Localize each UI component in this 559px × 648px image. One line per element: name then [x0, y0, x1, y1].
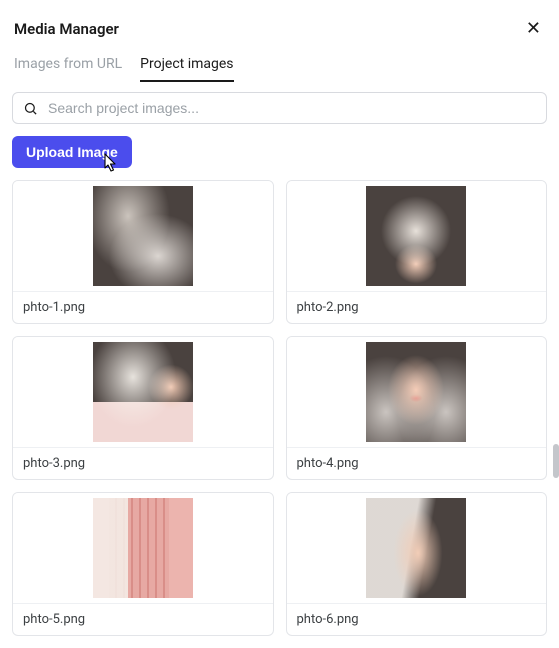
tab-images-from-url[interactable]: Images from URL [14, 56, 122, 82]
scrollbar-thumb[interactable] [553, 444, 559, 478]
image-filename: phto-1.png [13, 291, 273, 323]
image-thumbnail [287, 493, 547, 603]
actions-row: Upload Image [0, 124, 559, 168]
image-thumbnail [13, 493, 273, 603]
tab-project-images[interactable]: Project images [140, 56, 233, 82]
search-input[interactable] [46, 99, 536, 117]
image-card[interactable]: phto-6.png [286, 492, 548, 636]
image-card[interactable]: phto-3.png [12, 336, 274, 480]
close-icon: ✕ [526, 18, 541, 39]
search-icon [23, 101, 38, 116]
upload-image-button[interactable]: Upload Image [12, 136, 132, 168]
image-thumbnail [287, 337, 547, 447]
dialog-title: Media Manager [14, 20, 119, 38]
image-filename: phto-2.png [287, 291, 547, 323]
tabs: Images from URL Project images [0, 46, 559, 82]
image-card[interactable]: phto-1.png [12, 180, 274, 324]
image-thumbnail [13, 337, 273, 447]
image-thumbnail [287, 181, 547, 291]
image-card[interactable]: phto-5.png [12, 492, 274, 636]
image-card[interactable]: phto-2.png [286, 180, 548, 324]
image-filename: phto-4.png [287, 447, 547, 479]
image-filename: phto-3.png [13, 447, 273, 479]
search-field[interactable] [12, 92, 547, 124]
image-grid: phto-1.png phto-2.png phto-3.png phto-4.… [0, 168, 559, 648]
search-row [0, 82, 559, 124]
close-button[interactable]: ✕ [522, 16, 545, 42]
dialog-header: Media Manager ✕ [0, 0, 559, 46]
image-card[interactable]: phto-4.png [286, 336, 548, 480]
image-thumbnail [13, 181, 273, 291]
